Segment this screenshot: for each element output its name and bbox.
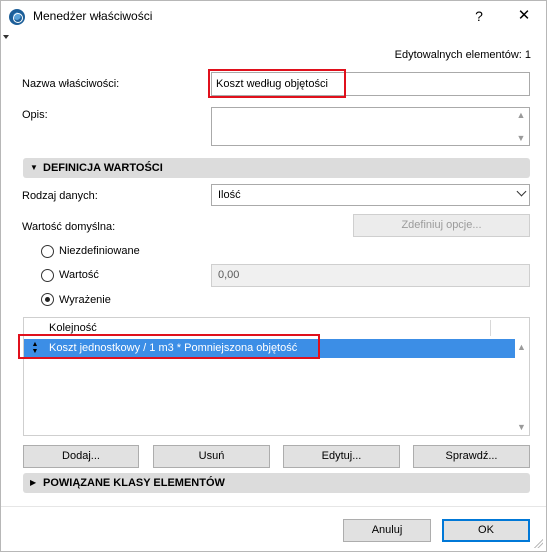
property-name-label: Nazwa właściwości: xyxy=(22,78,120,90)
radio-undefined[interactable] xyxy=(41,245,54,258)
highlight-box xyxy=(18,334,320,359)
scroll-down-icon[interactable]: ▼ xyxy=(514,420,529,434)
chevron-down-icon xyxy=(516,186,527,197)
remove-button[interactable]: Usuń xyxy=(153,445,270,468)
caret-down-icon xyxy=(3,35,9,39)
description-label: Opis: xyxy=(22,109,48,121)
default-value-label: Wartość domyślna: xyxy=(22,221,116,233)
list-scrollbar[interactable]: ▲ ▼ xyxy=(514,318,529,435)
ok-button[interactable]: OK xyxy=(442,519,530,542)
default-value-input[interactable]: 0,00 xyxy=(211,264,530,287)
edit-button[interactable]: Edytuj... xyxy=(283,445,400,468)
cancel-button[interactable]: Anuluj xyxy=(343,519,431,542)
data-type-value: Ilość xyxy=(218,189,241,201)
description-scrollbar[interactable]: ▲ ▼ xyxy=(514,109,528,144)
radio-value[interactable] xyxy=(41,269,54,282)
highlight-box xyxy=(208,69,346,98)
title-bar: Menedżer właściwości ? ✕ xyxy=(1,1,546,32)
column-divider[interactable] xyxy=(490,320,491,336)
value-definition-section-header[interactable]: ▼ DEFINICJA WARTOŚCI xyxy=(23,158,530,178)
resize-grip-icon[interactable] xyxy=(533,538,543,548)
scroll-up-icon[interactable]: ▲ xyxy=(514,340,529,354)
check-button[interactable]: Sprawdź... xyxy=(413,445,530,468)
triangle-down-icon: ▼ xyxy=(30,163,38,172)
column-order-label: Kolejność xyxy=(49,322,97,334)
scroll-down-icon[interactable]: ▼ xyxy=(514,132,528,144)
archicad-app-icon xyxy=(9,9,25,25)
help-button[interactable]: ? xyxy=(464,5,494,27)
editable-elements-count: Edytowalnych elementów: 1 xyxy=(394,49,531,61)
data-type-label: Rodzaj danych: xyxy=(22,190,98,202)
data-type-dropdown[interactable]: Ilość xyxy=(211,184,530,206)
radio-expression[interactable] xyxy=(41,293,54,306)
radio-expression-label: Wyrażenie xyxy=(59,294,111,306)
radio-value-label: Wartość xyxy=(59,269,99,281)
linked-classes-title: POWIĄZANE KLASY ELEMENTÓW xyxy=(43,477,225,489)
define-options-button[interactable]: Zdefiniuj opcje... xyxy=(353,214,530,237)
linked-classes-section-header[interactable]: ▶ POWIĄZANE KLASY ELEMENTÓW xyxy=(23,473,530,493)
value-definition-title: DEFINICJA WARTOŚCI xyxy=(43,162,163,174)
triangle-right-icon: ▶ xyxy=(30,478,37,487)
window-title: Menedżer właściwości xyxy=(33,9,153,23)
add-button[interactable]: Dodaj... xyxy=(23,445,139,468)
close-button[interactable]: ✕ xyxy=(509,5,539,27)
scroll-up-icon[interactable]: ▲ xyxy=(514,109,528,121)
radio-undefined-label: Niezdefiniowane xyxy=(59,245,140,257)
property-manager-dialog: Menedżer właściwości ? ✕ Edytowalnych el… xyxy=(0,0,547,552)
footer-divider xyxy=(1,506,546,507)
description-textarea[interactable]: ▲ ▼ xyxy=(211,107,530,146)
